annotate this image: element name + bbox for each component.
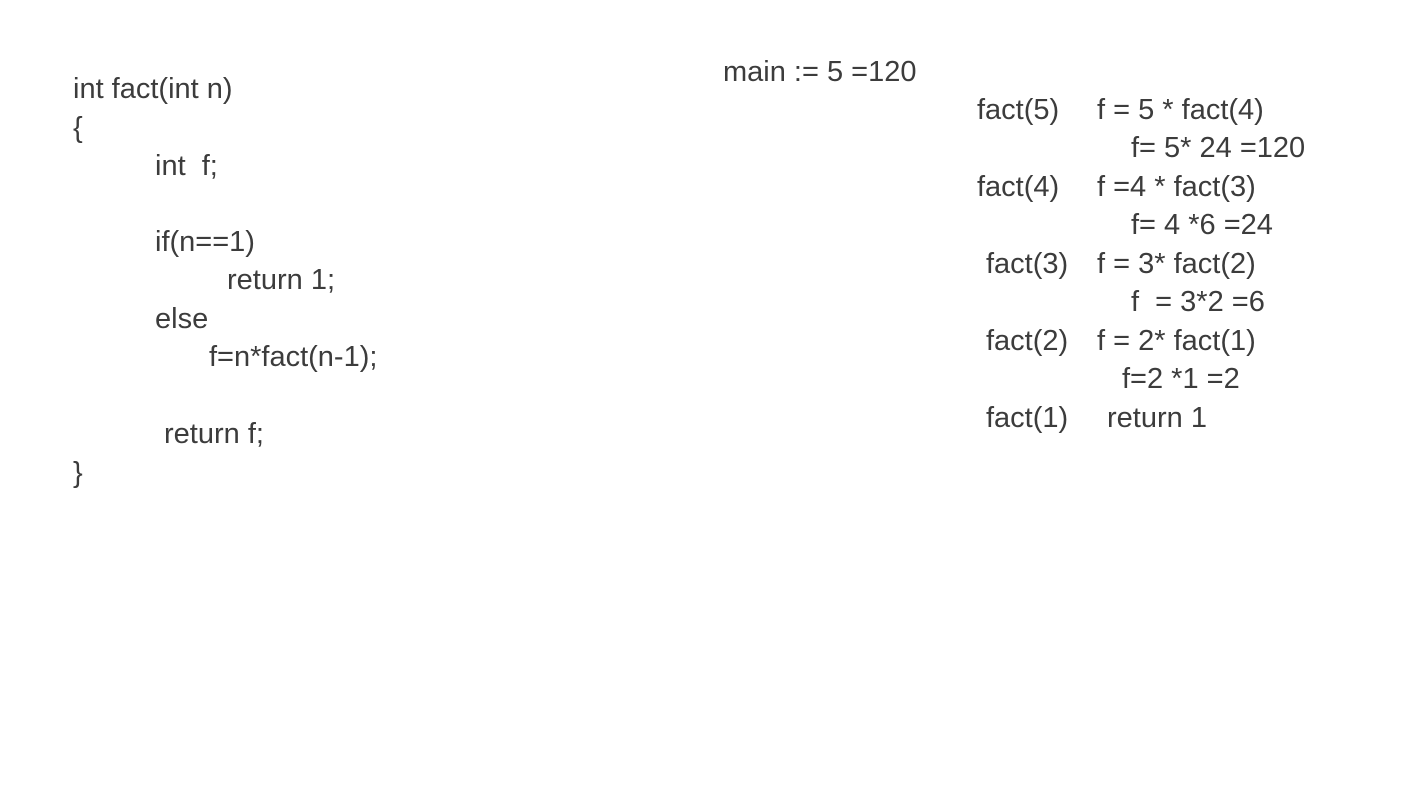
trace-call-fact1: fact(1)	[986, 402, 1069, 434]
code-line-recurse: f=n*fact(n-1);	[209, 341, 378, 373]
trace-call-fact4: fact(4)	[977, 171, 1060, 203]
trace-call-fact2: fact(2)	[986, 325, 1069, 357]
trace-result-fact2: f=2 *1 =2	[1122, 363, 1240, 395]
slide: int fact(int n) { int f; if(n==1) return…	[0, 0, 1422, 800]
code-line-else: else	[155, 303, 209, 335]
trace-result-fact3: f = 3*2 =6	[1131, 286, 1265, 318]
trace-call-fact3: fact(3)	[986, 248, 1069, 280]
trace-step-fact1: return 1	[1107, 402, 1207, 434]
trace-main: main := 5 =120	[723, 56, 917, 88]
trace-call-fact5: fact(5)	[977, 94, 1060, 126]
trace-step-fact3: f = 3* fact(2)	[1097, 248, 1256, 280]
code-line-if: if(n==1)	[155, 226, 255, 258]
code-line-open-brace: {	[73, 112, 83, 144]
trace-result-fact4: f= 4 *6 =24	[1131, 209, 1273, 241]
code-line-signature: int fact(int n)	[73, 73, 233, 105]
code-line-return-1: return 1;	[227, 264, 335, 296]
trace-step-fact2: f = 2* fact(1)	[1097, 325, 1256, 357]
code-line-declare: int f;	[155, 150, 218, 182]
code-line-close-brace: }	[73, 457, 83, 489]
trace-step-fact4: f =4 * fact(3)	[1097, 171, 1256, 203]
code-line-return-f: return f;	[164, 418, 264, 450]
trace-step-fact5: f = 5 * fact(4)	[1097, 94, 1264, 126]
trace-result-fact5: f= 5* 24 =120	[1131, 132, 1306, 164]
